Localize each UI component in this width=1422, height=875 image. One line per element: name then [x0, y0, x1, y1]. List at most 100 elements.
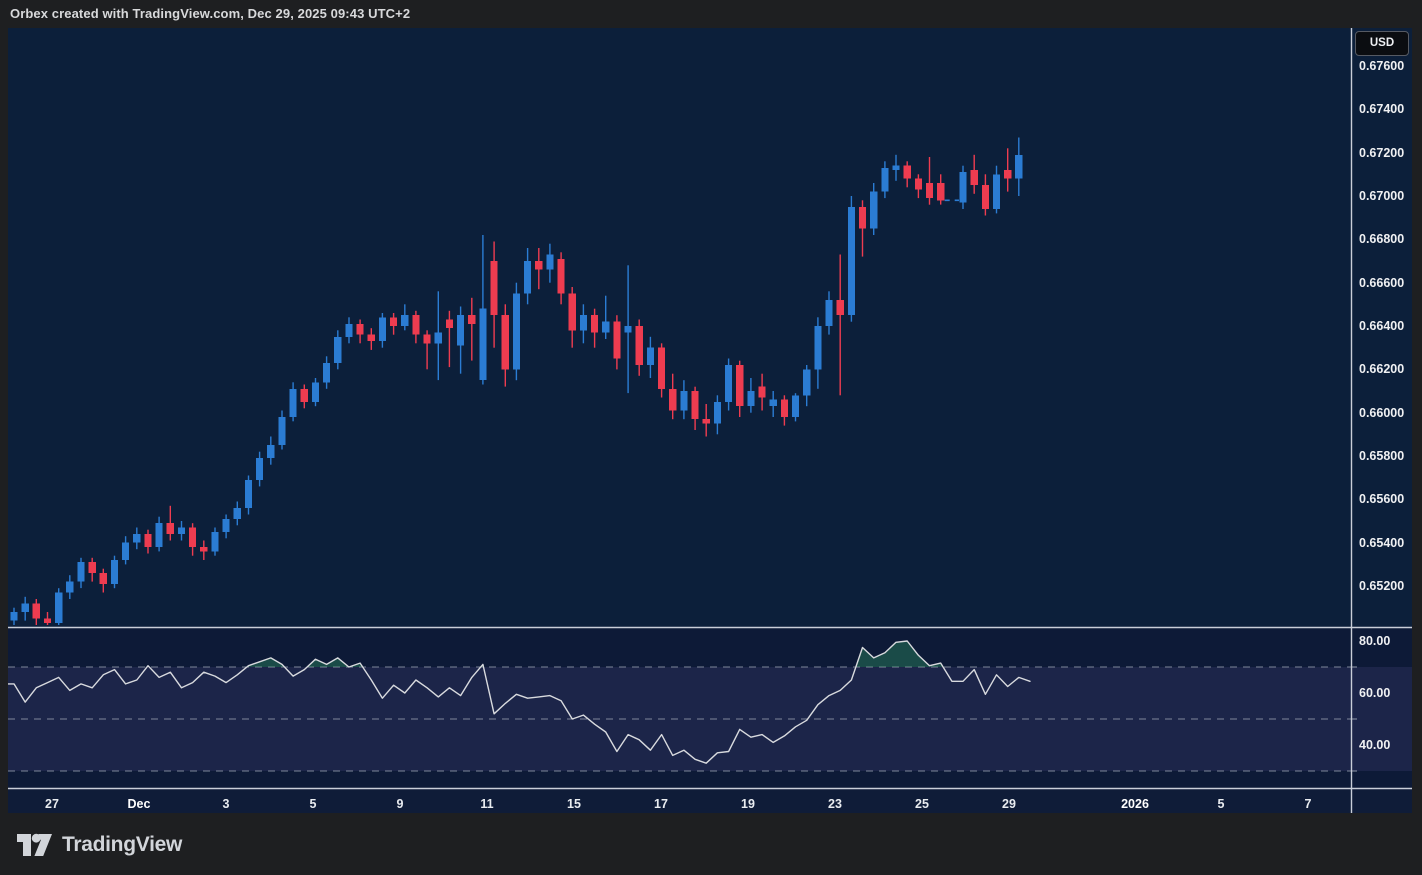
footer-bar: TradingView [0, 813, 1422, 875]
time-axis-label: 29 [1002, 795, 1016, 813]
price-axis-label: 0.66400 [1359, 318, 1404, 334]
candle-up [524, 261, 531, 294]
candle-up [234, 508, 241, 519]
candle-down [368, 335, 375, 342]
candle-up [479, 309, 486, 381]
candle-down [144, 534, 151, 547]
candle-down [937, 183, 944, 200]
candle-up [770, 400, 777, 407]
time-axis-label: 2026 [1121, 795, 1149, 813]
candle-down [189, 528, 196, 548]
candle-down [591, 315, 598, 332]
candle-up [156, 523, 163, 547]
page: Orbex created with TradingView.com, Dec … [0, 0, 1422, 875]
candle-wick [840, 255, 841, 396]
time-axis-label: 3 [223, 795, 230, 813]
candle-down [569, 294, 576, 331]
candle-down [781, 400, 788, 417]
candle-up [881, 168, 888, 192]
candle-down [357, 324, 364, 335]
candle-up [211, 532, 218, 552]
candle-down [658, 348, 665, 389]
candle-up [457, 315, 464, 345]
price-axis-label: 0.67400 [1359, 101, 1404, 117]
candle-up [1015, 155, 1022, 179]
candle-up [435, 333, 442, 344]
candle-down [759, 387, 766, 398]
candle-down [390, 317, 397, 326]
candle-down [692, 391, 699, 419]
candle-down [491, 261, 498, 315]
time-axis-label: 23 [828, 795, 842, 813]
time-axis-label: 19 [741, 795, 755, 813]
candle-up [66, 582, 73, 593]
attribution-text: Orbex created with TradingView.com, Dec … [10, 0, 410, 28]
time-axis-label: 11 [480, 795, 493, 813]
candle-down [33, 603, 40, 618]
candle-up [546, 255, 553, 270]
candle-up [223, 519, 230, 532]
candle-up [602, 322, 609, 333]
candle-up [401, 315, 408, 326]
candle-down [44, 619, 51, 623]
candle-down [971, 170, 978, 185]
chart-canvas[interactable] [8, 28, 1412, 813]
candle-down [636, 326, 643, 365]
candle-up [290, 389, 297, 417]
candle-up [22, 603, 29, 612]
candle-up [870, 192, 877, 229]
candle-down [502, 315, 509, 369]
candle-up [625, 326, 632, 333]
time-axis-label: 25 [915, 795, 929, 813]
candle-up [513, 294, 520, 370]
candle-wick [170, 506, 171, 541]
candle-up [55, 593, 62, 623]
candle-up [178, 528, 185, 535]
candle-down [915, 179, 922, 190]
rsi-axis-label: 60.00 [1359, 685, 1390, 701]
rsi-axis-label: 40.00 [1359, 737, 1390, 753]
candle-wick [449, 311, 450, 367]
tradingview-wordmark: TradingView [62, 833, 182, 857]
time-axis-label: 27 [45, 795, 59, 813]
candle-down [100, 573, 107, 584]
time-axis-label: 7 [1305, 795, 1312, 813]
candle-up [111, 560, 118, 584]
price-axis-label: 0.66000 [1359, 405, 1404, 421]
candle-up [312, 382, 319, 402]
candle-down [1004, 170, 1011, 179]
candle-up [580, 315, 587, 330]
tradingview-logo[interactable]: TradingView [16, 829, 182, 860]
candle-down [859, 207, 866, 229]
candle-up [792, 395, 799, 417]
candle-up [848, 207, 855, 315]
candle-down [926, 183, 933, 198]
candle-up [133, 534, 140, 543]
candle-down [904, 166, 911, 179]
time-axis-label: 17 [654, 795, 668, 813]
candle-down [424, 335, 431, 344]
candle-up [10, 612, 17, 621]
price-axis-label: 0.65400 [1359, 535, 1404, 551]
candle-up [680, 391, 687, 411]
candle-down [535, 261, 542, 270]
candle-down [669, 389, 676, 411]
candle-down [468, 315, 475, 324]
candle-up [278, 417, 285, 445]
candle-up [379, 317, 386, 341]
candle-wick [1007, 148, 1008, 191]
candle-up [803, 369, 810, 395]
candle-up [647, 348, 654, 365]
candle-down [613, 322, 620, 359]
price-axis-label: 0.65800 [1359, 448, 1404, 464]
price-axis-label: 0.65600 [1359, 491, 1404, 507]
time-axis-label: 5 [1218, 795, 1225, 813]
price-axis-label: 0.66800 [1359, 231, 1404, 247]
price-axis-label: 0.66600 [1359, 275, 1404, 291]
chart-widget[interactable]: 0.676000.674000.672000.670000.668000.666… [8, 28, 1412, 813]
candle-up [323, 363, 330, 383]
candle-down [89, 562, 96, 573]
price-axis-label: 0.65200 [1359, 578, 1404, 594]
price-axis-label: 0.67200 [1359, 145, 1404, 161]
tradingview-logo-icon [16, 829, 53, 860]
